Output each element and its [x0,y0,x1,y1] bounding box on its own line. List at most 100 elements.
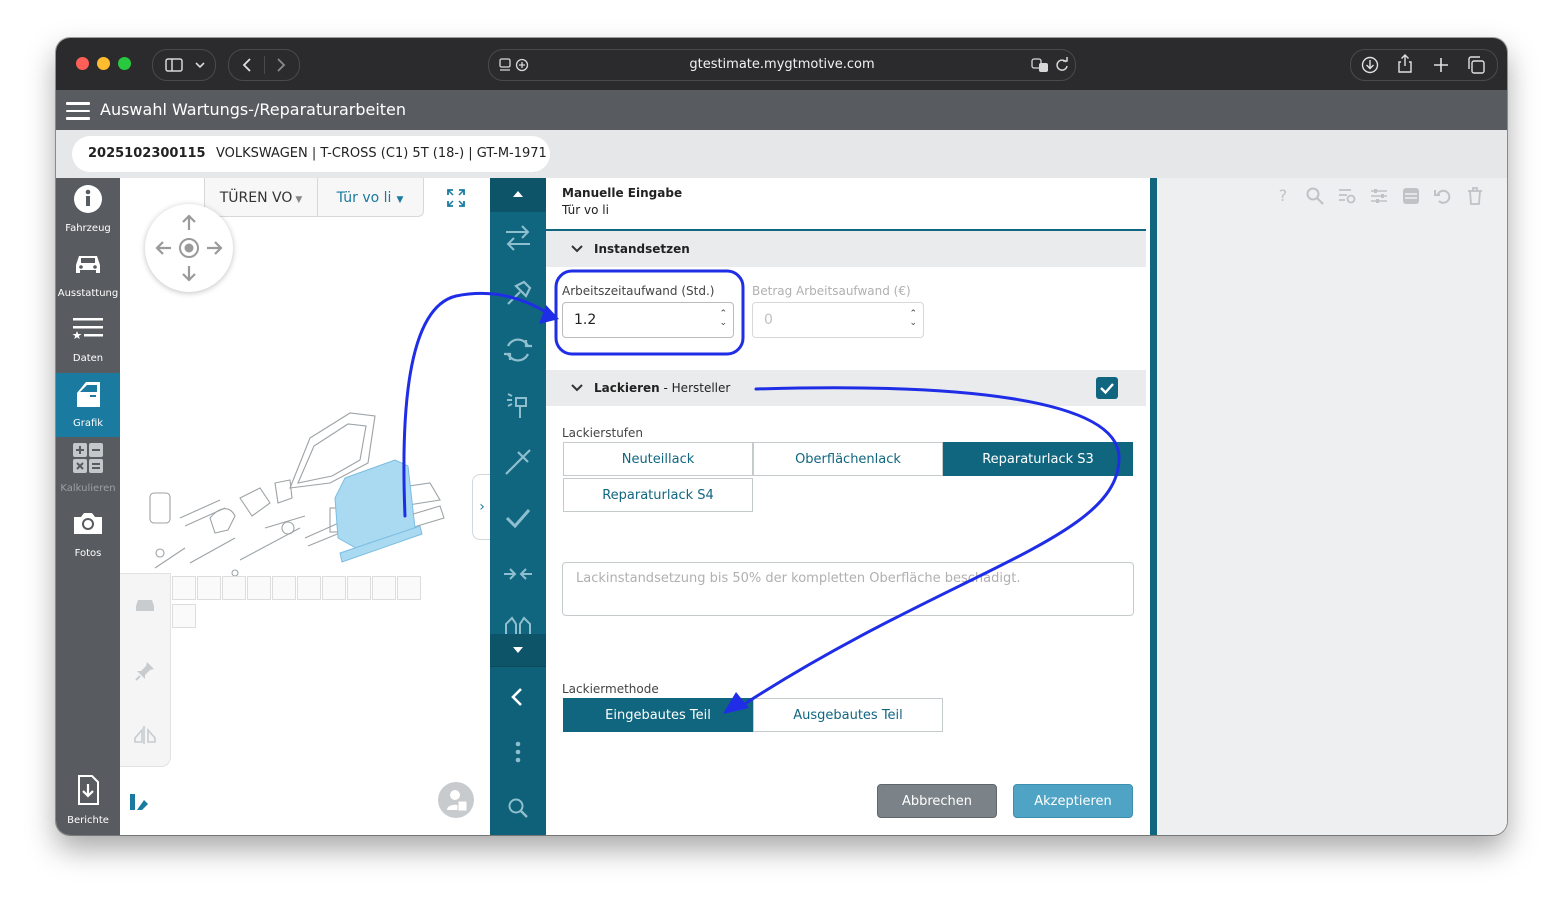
chevron-left-icon[interactable] [509,687,525,707]
part-dropdown[interactable]: Tür vo li ▼ [318,178,422,216]
new-tab-icon[interactable] [1433,57,1449,73]
no-paint-icon[interactable] [502,446,534,478]
thumbnail[interactable] [172,576,196,600]
mirror-view-icon[interactable] [133,724,157,746]
search-part-icon[interactable] [1305,186,1325,206]
fullscreen-icon[interactable] [446,188,466,208]
forward-icon[interactable] [275,57,287,73]
address-bar[interactable]: gtestimate.mygtmotive.com [488,49,1076,81]
collapse-icon[interactable] [502,558,534,590]
check-icon[interactable] [502,502,534,534]
section-suffix: - Hersteller [659,381,731,395]
download-document-icon [78,775,99,805]
stepper-icon[interactable]: ⌃ ⌄ [909,310,917,328]
section-instandsetzen[interactable]: Instandsetzen [546,231,1146,267]
thumbnail[interactable] [347,576,371,600]
stepper-icon[interactable]: ⌃ ⌄ [719,310,727,328]
trash-icon[interactable] [1465,186,1485,206]
section-title: Instandsetzen [594,242,690,256]
share-icon[interactable] [1397,54,1413,74]
accept-button[interactable]: Akzeptieren [1013,784,1133,818]
user-avatar[interactable] [438,782,474,818]
thumbnail[interactable] [197,576,221,600]
parts-graphic-area: TÜREN VO ▼ Tür vo li ▼ › [120,178,491,835]
paint-method-ausgebaut[interactable]: Ausgebautes Teil [753,698,943,732]
undo-icon[interactable] [1433,186,1453,206]
scroll-down-button[interactable] [490,634,546,666]
nav-item-ausstattung[interactable]: Ausstattung [56,243,120,307]
translate-icon[interactable] [1031,57,1049,73]
nav-item-berichte[interactable]: Berichte [56,770,120,834]
downloads-icon[interactable] [1361,56,1379,74]
car-view-icon[interactable] [134,596,156,614]
labor-amount-input[interactable]: 0 ⌃ ⌄ [752,302,924,338]
ops-lower-actions [490,666,546,835]
labor-time-input[interactable]: 1.2 ⌃ ⌄ [562,302,734,338]
menu-icon[interactable] [66,102,90,120]
thumbnail[interactable] [172,604,196,628]
manual-entry-panel: Manuelle Eingabe Tür vo li Instandsetzen… [546,178,1150,835]
caret-down-icon: ▼ [396,195,404,205]
section-lackieren[interactable]: Lackieren - Hersteller [546,370,1146,406]
paint-method-eingebaut[interactable]: Eingebautes Teil [563,698,753,732]
browser-window: gtestimate.mygtmotive.com Auswahl Wartun… [56,38,1507,835]
refresh-icon[interactable] [502,334,534,366]
tab-overview-icon[interactable] [1467,56,1485,74]
repair-hammer-icon[interactable] [502,278,534,310]
thumbnail[interactable] [322,576,346,600]
paint-level-oberflaechenlack[interactable]: Oberflächenlack [753,442,943,476]
chevron-right-icon: › [479,499,485,515]
close-window-button[interactable] [76,57,89,70]
pan-control[interactable] [145,204,233,292]
more-vertical-icon[interactable] [514,741,522,763]
reload-icon[interactable] [1055,57,1069,73]
paint-level-reparaturlack-s4[interactable]: Reparaturlack S4 [563,478,753,512]
thumbnail[interactable] [372,576,396,600]
help-icon[interactable]: ? [1273,186,1293,206]
info-icon [74,185,102,213]
sidebar-toggle-button[interactable] [152,49,216,81]
nav-item-fotos[interactable]: Fotos [56,503,120,567]
search-icon[interactable] [507,797,529,819]
thumbnail[interactable] [297,576,321,600]
paint-level-neuteillack[interactable]: Neuteillack [563,442,753,476]
part-thumbnails [172,576,442,628]
nav-label: Grafik [72,418,104,429]
tool-tray [120,573,171,767]
thumbnail[interactable] [222,576,246,600]
scroll-up-button[interactable] [490,178,546,212]
zoom-window-button[interactable] [118,57,131,70]
vehicle-id: 2025102300115 [88,146,206,161]
paint-enabled-checkbox[interactable] [1096,377,1118,399]
nav-separator [264,56,265,74]
back-icon[interactable] [241,57,253,73]
chevron-down-icon [571,245,583,253]
thumbnail[interactable] [247,576,271,600]
paint-level-reparaturlack-s3[interactable]: Reparaturlack S3 [943,442,1133,476]
list-search-icon[interactable] [1337,186,1357,206]
nav-item-kalkulieren[interactable]: Kalkulieren [56,438,120,502]
sliders-icon[interactable] [1369,186,1389,206]
database-icon[interactable] [1401,186,1421,206]
cancel-button[interactable]: Abbrechen [877,784,997,818]
thumbnail[interactable] [272,576,296,600]
door-parts-diagram[interactable] [140,388,480,578]
operations-toolbar [490,178,546,835]
panel-toggle-handle[interactable]: › [472,474,491,540]
paint-spray-icon[interactable] [502,390,534,422]
thumbnail[interactable] [397,576,421,600]
pin-icon[interactable] [134,660,156,682]
nav-item-fahrzeug[interactable]: Fahrzeug [56,178,120,242]
replace-icon[interactable] [502,222,534,254]
minimize-window-button[interactable] [97,57,110,70]
nav-item-grafik[interactable]: Grafik [56,373,120,437]
paint-note-field[interactable]: Lackinstandsetzung bis 50% der komplette… [562,562,1134,616]
align-icon[interactable] [502,610,534,634]
list-star-icon [72,318,103,339]
labor-amount-value: 0 [764,312,773,328]
right-panel: ? [1157,178,1507,835]
panel-header: Manuelle Eingabe Tür vo li [562,186,682,217]
page-title: Auswahl Wartungs-/Reparaturarbeiten [100,100,407,119]
app-header: Auswahl Wartungs-/Reparaturarbeiten [56,90,1507,130]
nav-item-daten[interactable]: Daten [56,308,120,372]
